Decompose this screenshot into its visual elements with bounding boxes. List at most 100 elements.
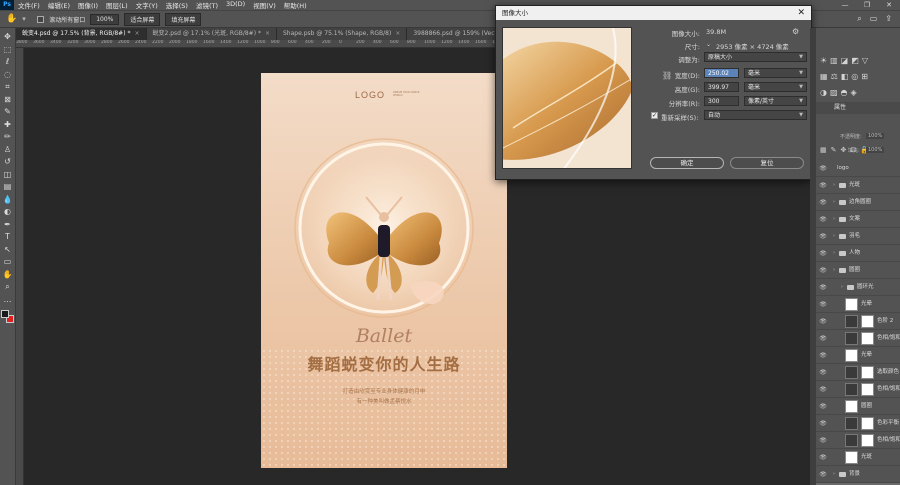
expand-chevron-icon[interactable]: › [833,199,835,205]
visibility-eye-icon[interactable]: 👁 [816,415,830,432]
workspace-icon[interactable]: ▭ [870,14,878,24]
brightness-icon[interactable]: ☀ [820,56,827,65]
layer-mask-thumbnail[interactable] [861,366,874,379]
expand-chevron-icon[interactable]: › [833,471,835,477]
poster-canvas[interactable]: LOGO DREAM YOUR DANCE WORLD Ballet 舞蹈蜕变你… [261,73,507,468]
layer-row[interactable]: 👁 选取颜色 1 [816,364,900,381]
path-select-tool-icon[interactable]: ↖ [2,244,14,256]
frame-tool-icon[interactable]: ⊠ [2,94,14,106]
expand-chevron-icon[interactable]: › [833,216,835,222]
selective-color-icon[interactable]: ◈ [851,88,857,97]
visibility-eye-icon[interactable]: 👁 [816,313,830,330]
layer-row[interactable]: 👁 色阶 2 [816,313,900,330]
layer-row[interactable]: 👁 色彩平衡 20 [816,415,900,432]
quick-select-tool-icon[interactable]: ◌ [2,69,14,81]
type-tool-icon[interactable]: T [2,231,14,243]
expand-chevron-icon[interactable]: › [833,182,835,188]
expand-chevron-icon[interactable]: › [841,284,843,290]
zoom-tool-icon[interactable]: ⌕ [2,281,14,293]
resample-select[interactable]: 自动 ▼ [704,110,807,120]
levels-icon[interactable]: ▥ [830,56,838,65]
visibility-eye-icon[interactable]: 👁 [816,296,830,313]
visibility-eye-icon[interactable]: 👁 [816,279,830,296]
resample-checkbox[interactable]: ✓ [651,112,658,119]
photoshop-logo[interactable]: Ps [0,0,14,10]
lock-move-icon[interactable]: ✥ [841,146,847,154]
visibility-eye-icon[interactable]: 👁 [816,194,830,211]
layer-mask-thumbnail[interactable] [861,315,874,328]
visibility-eye-icon[interactable]: 👁 [816,228,830,245]
minimize-button[interactable]: — [834,1,856,9]
menu-item[interactable]: 图像(I) [74,0,102,10]
maximize-button[interactable]: ❐ [856,1,878,9]
close-window-button[interactable]: ✕ [878,1,900,9]
expand-chevron-icon[interactable]: › [833,233,835,239]
expand-chevron-icon[interactable]: › [833,267,835,273]
visibility-eye-icon[interactable]: 👁 [816,211,830,228]
posterize-icon[interactable]: ▨ [830,88,838,97]
hand-tool-icon[interactable]: ✋ [6,14,17,24]
photo-filter-icon[interactable]: ◎ [851,72,858,81]
layer-thumbnail[interactable] [845,349,858,362]
menu-item[interactable]: 文字(Y) [132,0,162,10]
gradient-tool-icon[interactable]: ▤ [2,181,14,193]
menu-item[interactable]: 图层(L) [102,0,132,10]
layer-row[interactable]: 👁 › 人物 [816,245,900,262]
blur-tool-icon[interactable]: 💧 [2,194,14,206]
menu-item[interactable]: 3D(D) [222,0,249,10]
color-balance-icon[interactable]: ⚖ [831,72,838,81]
menu-item[interactable]: 选择(S) [162,0,192,10]
tool-preset-chevron-icon[interactable]: ▾ [22,15,32,23]
fill-screen-button[interactable]: 填充屏幕 [165,12,202,26]
healing-tool-icon[interactable]: ✚ [2,119,14,131]
dodge-tool-icon[interactable]: ◐ [2,206,14,218]
lock-paint-icon[interactable]: ✎ [831,146,837,154]
visibility-eye-icon[interactable]: 👁 [816,177,830,194]
document-tab[interactable]: 蜕变2.psd @ 17.1% (光斑, RGB/8#) * × [146,28,277,40]
layer-row[interactable]: 👁 › 文案 [816,211,900,228]
opacity-input[interactable]: 100% [866,133,885,139]
layer-mask-thumbnail[interactable] [861,332,874,345]
document-tab[interactable]: Shape.psb @ 75.1% (Shape, RGB/8) × [277,28,408,40]
scroll-all-windows-checkbox[interactable] [37,15,45,23]
search-icon[interactable]: ⌕ [857,14,861,24]
rectangle-tool-icon[interactable]: ▭ [2,256,14,268]
layer-row[interactable]: 👁 色相/饱和度 16 [816,432,900,449]
layer-mask-thumbnail[interactable] [861,417,874,430]
visibility-eye-icon[interactable]: 👁 [816,364,830,381]
tab-close-icon[interactable]: × [265,30,270,37]
menu-item[interactable]: 滤镜(T) [192,0,222,10]
fill-input[interactable]: 100% [866,147,885,153]
stamp-tool-icon[interactable]: ♙ [2,144,14,156]
layer-mask-thumbnail[interactable] [861,434,874,447]
ok-button[interactable]: 确定 [650,157,724,169]
hue-sat-icon[interactable]: ▦ [820,72,828,81]
visibility-eye-icon[interactable]: 👁 [816,160,830,177]
resolution-input[interactable]: 300 [704,96,739,106]
bw-icon[interactable]: ◧ [841,72,849,81]
visibility-eye-icon[interactable]: 👁 [816,449,830,466]
width-input[interactable]: 250.02 [704,68,739,78]
layer-thumbnail[interactable] [845,298,858,311]
move-tool-icon[interactable]: ✥ [2,31,14,43]
lock-pixels-icon[interactable]: ▦ [820,146,827,154]
more-tools-icon[interactable]: … [2,294,14,306]
hand-tool-icon[interactable]: ✋ [2,269,14,281]
visibility-eye-icon[interactable]: 👁 [816,398,830,415]
dimensions-chevron-icon[interactable]: ⌄ [706,41,711,48]
share-icon[interactable]: ⇪ [885,14,892,24]
dialog-preview[interactable] [502,27,632,169]
layer-row[interactable]: 👁 光晕 [816,296,900,313]
zoom-100-button[interactable]: 100% [90,13,120,25]
visibility-eye-icon[interactable]: 👁 [816,432,830,449]
eraser-tool-icon[interactable]: ◫ [2,169,14,181]
exposure-icon[interactable]: ◩ [851,56,859,65]
menu-item[interactable]: 帮助(H) [280,0,311,10]
layer-row[interactable]: 👁 logo [816,160,900,177]
height-unit-select[interactable]: 毫米 ▼ [744,82,807,92]
curves-icon[interactable]: ◪ [841,56,849,65]
menu-item[interactable]: 视图(V) [249,0,280,10]
dialog-close-icon[interactable]: ✕ [797,6,805,20]
history-brush-tool-icon[interactable]: ↺ [2,156,14,168]
width-unit-select[interactable]: 毫米 ▼ [744,68,807,78]
